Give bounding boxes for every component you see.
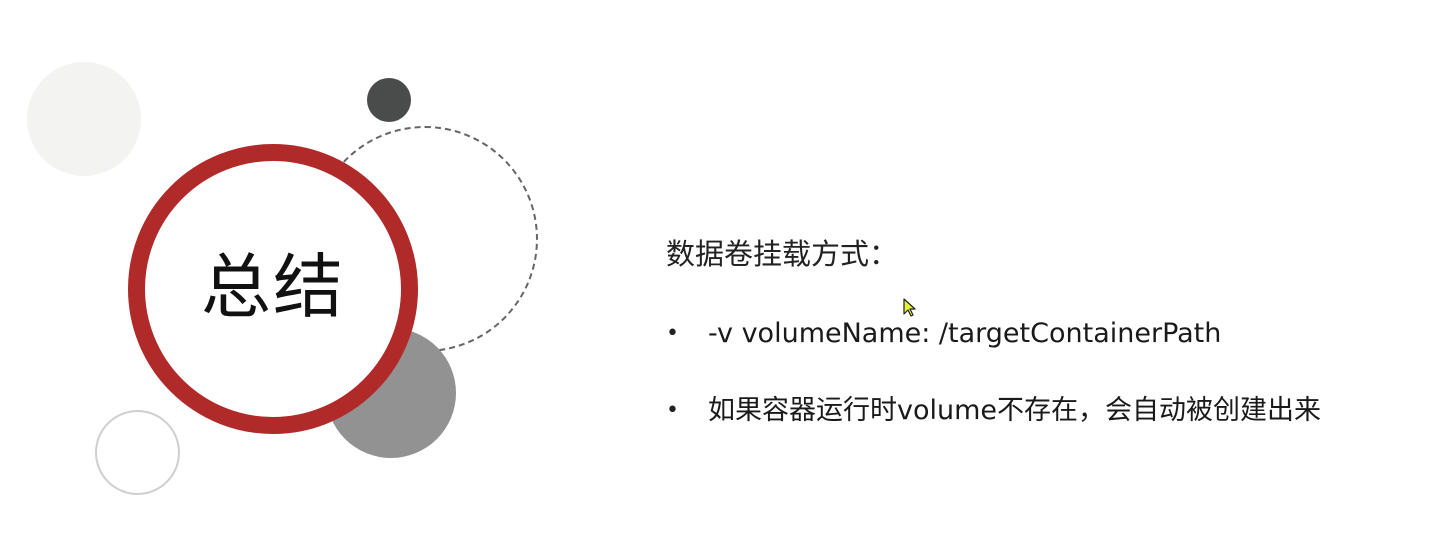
slide: 总结 数据卷挂载方式： • -v volumeName: /targetCont… [0, 0, 1432, 534]
decorative-circle-outline [95, 410, 180, 495]
content-heading: 数据卷挂载方式： [666, 237, 899, 271]
bullet-item: • -v volumeName: /targetContainerPath [666, 314, 1406, 354]
bullet-list: • -v volumeName: /targetContainerPath • … [666, 314, 1406, 431]
bullet-text: 如果容器运行时volume不存在，会自动被创建出来 [708, 395, 1322, 426]
bullet-text: -v volumeName: /targetContainerPath [708, 318, 1222, 349]
bullet-marker: • [666, 398, 679, 423]
bullet-item: • 如果容器运行时volume不存在，会自动被创建出来 [666, 391, 1406, 431]
decorative-circle-dark [367, 78, 411, 122]
bullet-marker: • [666, 321, 679, 346]
content-block: 数据卷挂载方式： • -v volumeName: /targetContain… [666, 232, 1406, 431]
mouse-pointer-icon [903, 298, 916, 317]
title-circle: 总结 [128, 144, 418, 434]
decorative-circle-light [27, 62, 141, 176]
slide-title: 总结 [201, 246, 345, 328]
